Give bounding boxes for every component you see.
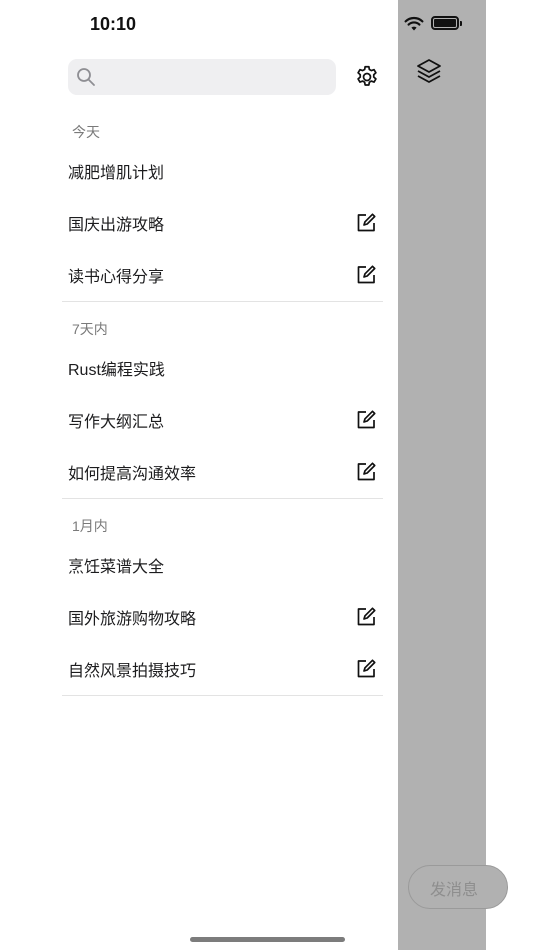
history-drawer: 10:10 今天 减肥增肌计划 国庆出游攻略 读书心得分享 7天内 Rust编程…: [0, 0, 398, 950]
dimmed-overlay[interactable]: [398, 0, 486, 950]
gear-icon[interactable]: [354, 64, 380, 90]
history-item-label: 如何提高沟通效率: [68, 466, 197, 483]
edit-icon[interactable]: [355, 264, 377, 286]
status-time: 10:10: [90, 14, 137, 34]
history-item[interactable]: 国外旅游购物攻略: [0, 591, 398, 643]
history-item[interactable]: 减肥增肌计划: [0, 145, 398, 197]
home-indicator[interactable]: [190, 937, 345, 942]
section-divider: [62, 695, 383, 696]
edit-icon[interactable]: [355, 606, 377, 628]
section-title-today: 今天: [72, 124, 100, 140]
history-item[interactable]: 自然风景拍摄技巧: [0, 643, 398, 695]
wifi-icon: [404, 16, 424, 31]
history-item[interactable]: 国庆出游攻略: [0, 197, 398, 249]
history-item-label: 减肥增肌计划: [68, 165, 165, 182]
history-item[interactable]: 如何提高沟通效率: [0, 446, 398, 498]
section-title-7days: 7天内: [72, 321, 108, 337]
screen-edge: [486, 0, 534, 950]
edit-icon[interactable]: [355, 212, 377, 234]
history-item[interactable]: Rust编程实践: [0, 342, 398, 394]
section-title-1month: 1月内: [72, 518, 108, 534]
edit-icon[interactable]: [355, 658, 377, 680]
section-divider: [62, 301, 383, 302]
history-item[interactable]: 写作大纲汇总: [0, 394, 398, 446]
history-item-label: 写作大纲汇总: [68, 414, 165, 431]
history-item-label: 自然风景拍摄技巧: [68, 663, 197, 680]
search-bar[interactable]: [68, 59, 336, 95]
history-item[interactable]: 烹饪菜谱大全: [0, 539, 398, 591]
edit-icon[interactable]: [355, 409, 377, 431]
edit-icon[interactable]: [355, 461, 377, 483]
history-item-label: 国庆出游攻略: [68, 217, 165, 234]
send-message-label: 发消息: [430, 882, 479, 899]
section-divider: [62, 498, 383, 499]
layers-icon[interactable]: [414, 56, 444, 86]
history-item[interactable]: 读书心得分享: [0, 249, 398, 301]
history-item-label: 烹饪菜谱大全: [68, 559, 165, 576]
history-item-label: Rust编程实践: [68, 362, 165, 379]
history-item-label: 国外旅游购物攻略: [68, 611, 197, 628]
battery-icon: [431, 16, 462, 30]
search-icon: [77, 68, 95, 86]
history-item-label: 读书心得分享: [68, 269, 165, 286]
search-input[interactable]: [102, 59, 328, 95]
